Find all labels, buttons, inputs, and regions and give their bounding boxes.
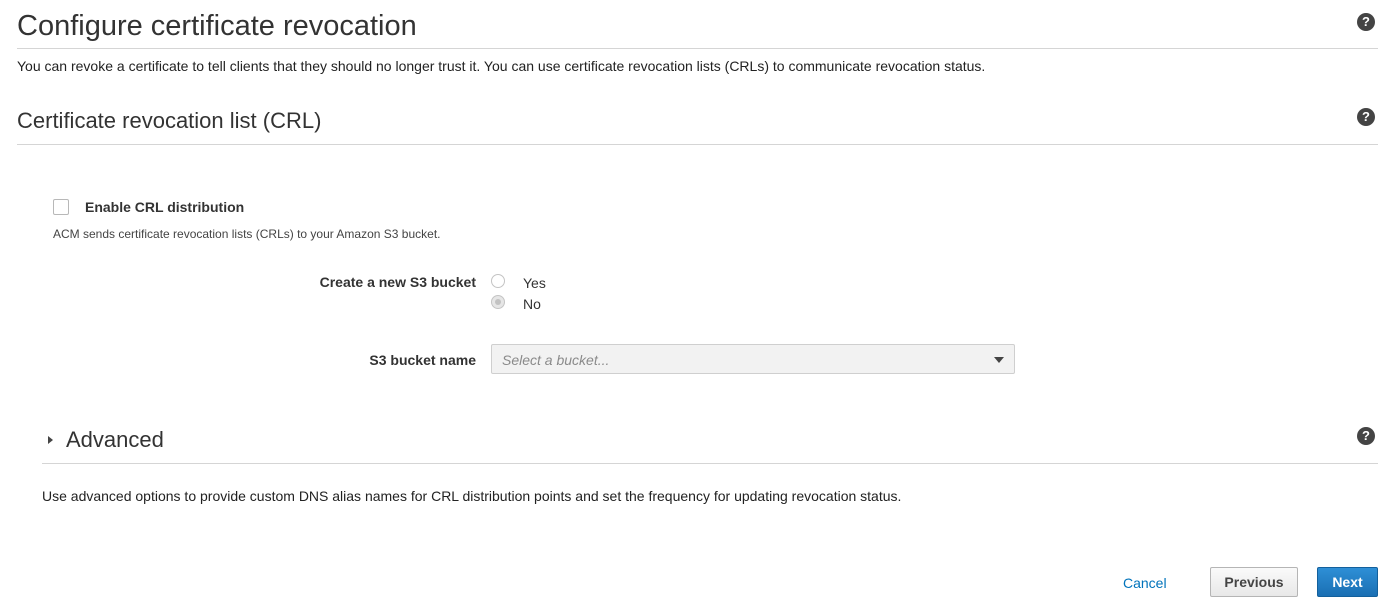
advanced-title[interactable]: Advanced	[66, 427, 164, 453]
create-bucket-no-radio[interactable]	[491, 295, 505, 309]
advanced-description: Use advanced options to provide custom D…	[42, 488, 902, 504]
bucket-name-label: S3 bucket name	[369, 352, 476, 368]
next-button[interactable]: Next	[1317, 567, 1378, 597]
bucket-name-select[interactable]: Select a bucket...	[491, 344, 1015, 374]
caret-right-icon	[48, 436, 53, 444]
help-icon[interactable]: ?	[1357, 13, 1375, 31]
title-divider	[17, 48, 1378, 49]
crl-section-divider	[17, 144, 1378, 145]
advanced-divider	[42, 463, 1378, 464]
help-icon[interactable]: ?	[1357, 427, 1375, 445]
help-icon[interactable]: ?	[1357, 108, 1375, 126]
create-bucket-no-label[interactable]: No	[523, 296, 541, 312]
page: Configure certificate revocation ? You c…	[0, 0, 1389, 609]
enable-crl-label[interactable]: Enable CRL distribution	[85, 199, 244, 215]
cancel-link[interactable]: Cancel	[1123, 575, 1167, 591]
crl-section-title: Certificate revocation list (CRL)	[17, 108, 322, 133]
create-bucket-yes-radio[interactable]	[491, 274, 505, 288]
page-description: You can revoke a certificate to tell cli…	[17, 58, 986, 74]
bucket-name-placeholder: Select a bucket...	[502, 352, 610, 368]
chevron-down-icon	[994, 357, 1004, 363]
create-bucket-yes-label[interactable]: Yes	[523, 275, 546, 291]
enable-crl-checkbox[interactable]	[53, 199, 69, 215]
previous-button[interactable]: Previous	[1210, 567, 1298, 597]
advanced-toggle[interactable]: Advanced	[42, 425, 182, 455]
enable-crl-help-text: ACM sends certificate revocation lists (…	[53, 227, 441, 241]
page-title: Configure certificate revocation	[17, 10, 417, 42]
create-bucket-label: Create a new S3 bucket	[319, 274, 476, 290]
